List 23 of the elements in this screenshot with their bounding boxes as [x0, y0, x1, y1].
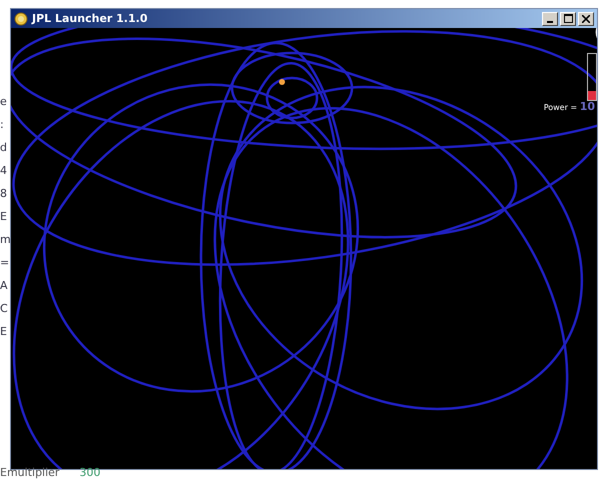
app-icon	[14, 12, 28, 26]
text-fragment: d	[0, 141, 8, 155]
text-fragment: =	[0, 256, 10, 270]
minimize-button[interactable]	[542, 12, 558, 26]
text-fragment: A	[0, 279, 9, 293]
text-fragment: e	[0, 95, 8, 109]
field-label: Emultiplier	[0, 466, 60, 480]
text-fragment: m	[0, 233, 11, 247]
window-title: JPL Launcher 1.1.0	[32, 12, 148, 25]
power-value: 10	[580, 100, 595, 113]
close-icon	[582, 14, 590, 22]
text-fragment: E	[0, 210, 8, 224]
text-fragment: :	[0, 118, 5, 132]
power-label: Power =	[544, 103, 578, 112]
maximize-icon	[564, 14, 572, 23]
text-fragment: 4	[0, 164, 8, 178]
text-fragment: 8	[0, 187, 8, 201]
minimize-icon	[547, 20, 553, 22]
field-value: 300	[79, 466, 100, 480]
text-fragment: E	[0, 325, 8, 339]
maximize-button[interactable]	[560, 12, 576, 26]
close-button[interactable]	[578, 12, 594, 26]
text-fragment: C	[0, 302, 9, 316]
